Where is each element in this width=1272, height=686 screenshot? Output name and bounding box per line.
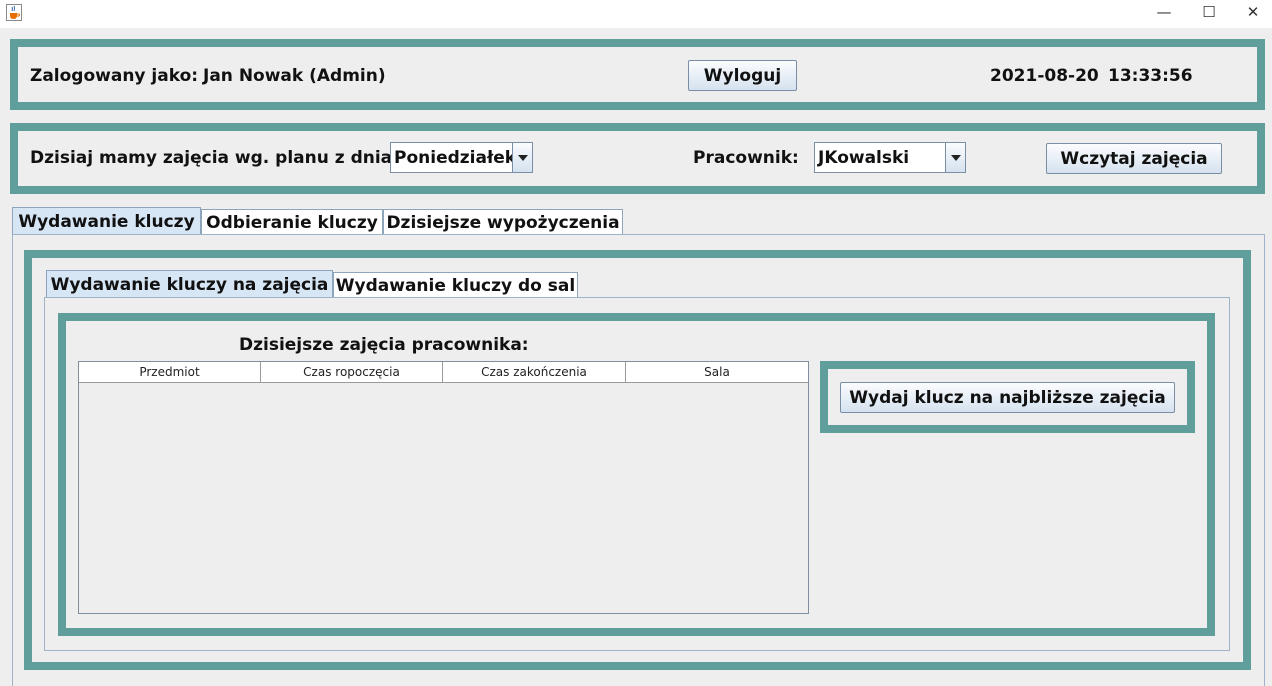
maximize-button[interactable]: ☐ [1186,0,1232,24]
subtab-classes[interactable]: Wydawanie kluczy na zajęcia [46,270,333,298]
classes-table[interactable]: Przedmiot Czas ropoczęcia Czas zakończen… [78,361,809,614]
chevron-down-icon[interactable] [512,143,532,172]
plan-label: Dzisiaj mamy zajęcia wg. planu z dnia: [30,148,399,168]
close-button[interactable]: ✕ [1230,0,1272,24]
column-header-subject[interactable]: Przedmiot [79,362,261,382]
issue-key-button[interactable]: Wydaj klucz na najbliższe zajęcia [840,382,1175,413]
tab-dzisiejsze-wypozyczenia[interactable]: Dzisiejsze wypożyczenia [383,209,623,235]
employee-value: JKowalski [818,147,910,168]
plan-day-value: Poniedziałek [394,147,517,168]
chevron-down-icon[interactable] [945,143,965,172]
employee-label: Pracownik: [693,148,799,168]
classes-title: Dzisiejsze zajęcia pracownika: [239,335,529,355]
load-classes-button[interactable]: Wczytaj zajęcia [1046,143,1222,174]
current-date: 2021-08-20 [990,66,1099,86]
java-coffee-icon [6,4,22,21]
column-header-end-time[interactable]: Czas zakończenia [443,362,626,382]
logout-button[interactable]: Wyloguj [688,60,797,91]
minimize-button[interactable]: — [1141,0,1187,24]
plan-day-select[interactable]: Poniedziałek [390,142,533,173]
column-header-start-time[interactable]: Czas ropoczęcia [261,362,443,382]
current-time: 13:33:56 [1108,66,1193,86]
tab-odbieranie-kluczy[interactable]: Odbieranie kluczy [201,209,383,235]
tab-wydawanie-kluczy[interactable]: Wydawanie kluczy [12,207,201,235]
column-header-room[interactable]: Sala [626,362,808,382]
user-name: Jan Nowak (Admin) [203,66,386,86]
table-header: Przedmiot Czas ropoczęcia Czas zakończen… [79,362,808,383]
subtab-rooms[interactable]: Wydawanie kluczy do sal [333,272,578,298]
logged-in-label: Zalogowany jako: [30,66,199,86]
employee-select[interactable]: JKowalski [814,142,966,173]
window-title-bar: — ☐ ✕ [0,0,1272,28]
